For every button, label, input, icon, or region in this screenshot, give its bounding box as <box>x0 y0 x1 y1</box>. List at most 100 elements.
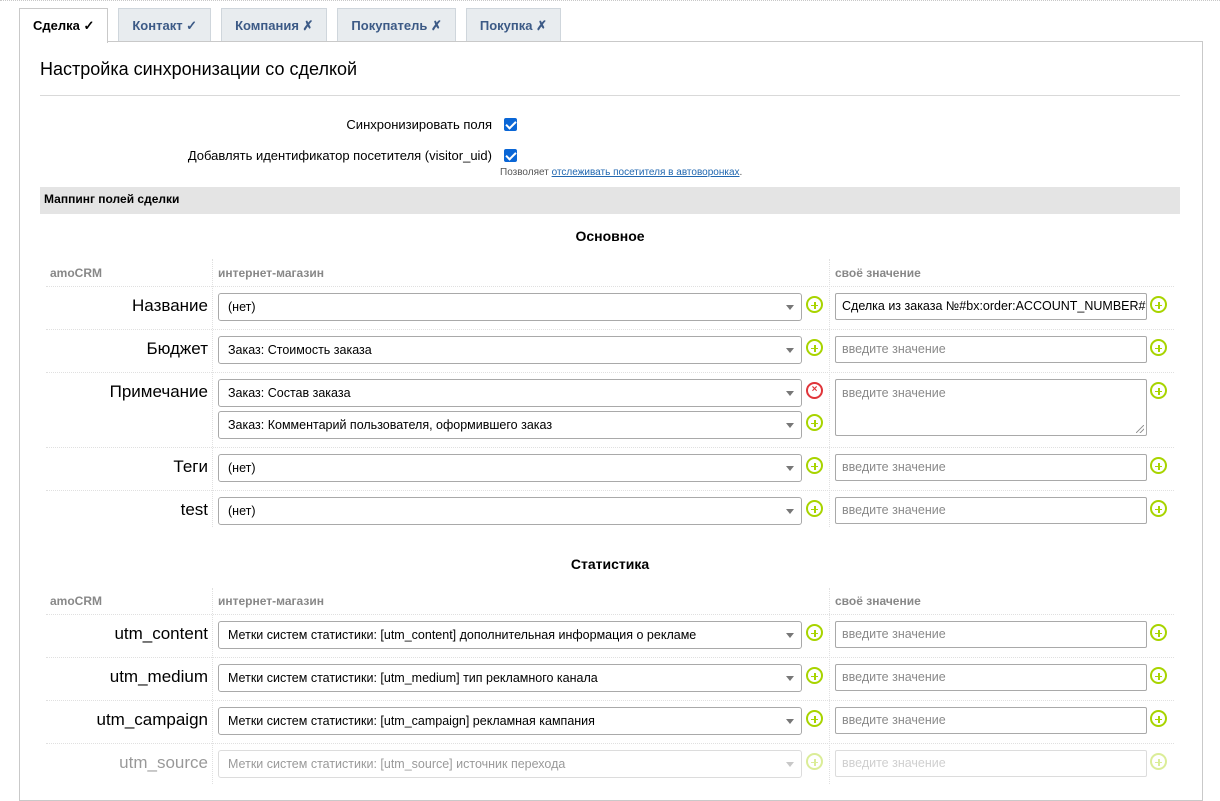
shop-field-select[interactable]: Метки систем статистики: [utm_source] ис… <box>218 750 802 778</box>
add-mapping-icon[interactable] <box>806 753 823 770</box>
visitor-uid-label: Добавлять идентификатор посетителя (visi… <box>187 148 492 163</box>
column-header-own-value: своё значение <box>835 594 921 608</box>
visitor-uid-hint: Позволяет отслеживать посетителя в автов… <box>500 167 742 178</box>
column-header-amocrm: amoCRM <box>50 594 103 608</box>
chevron-down-icon <box>786 423 794 428</box>
add-value-icon[interactable] <box>1150 457 1167 474</box>
add-value-icon[interactable] <box>1150 296 1167 313</box>
field-label-utm-source: utm_source <box>119 753 208 772</box>
top-divider <box>0 0 1220 1</box>
row-divider <box>46 329 1174 330</box>
add-mapping-icon[interactable] <box>806 624 823 641</box>
row-divider <box>46 286 1174 287</box>
shop-field-select[interactable]: (нет) <box>218 454 802 482</box>
select-value: Метки систем статистики: [utm_medium] ти… <box>228 671 598 685</box>
add-mapping-icon[interactable] <box>806 710 823 727</box>
shop-field-select[interactable]: Метки систем статистики: [utm_campaign] … <box>218 707 802 735</box>
add-value-icon[interactable] <box>1150 500 1167 517</box>
tab-customer[interactable]: Покупатель ✗ <box>337 8 456 42</box>
row-divider <box>46 700 1174 701</box>
chevron-down-icon <box>786 305 794 310</box>
title-divider <box>40 95 1180 96</box>
shop-field-select[interactable]: Метки систем статистики: [utm_medium] ти… <box>218 664 802 692</box>
own-value-input[interactable]: введите значение <box>835 454 1147 481</box>
tab-bar: Сделка ✓ Контакт ✓ Компания ✗ Покупатель… <box>19 7 571 43</box>
add-value-icon[interactable] <box>1150 753 1167 770</box>
chevron-down-icon <box>786 633 794 638</box>
add-mapping-icon[interactable] <box>806 414 823 431</box>
chevron-down-icon <box>786 762 794 767</box>
row-divider <box>46 372 1174 373</box>
add-value-icon[interactable] <box>1150 667 1167 684</box>
shop-field-select[interactable]: Заказ: Состав заказа <box>218 379 802 407</box>
column-header-shop: интернет-магазин <box>218 266 324 280</box>
field-label-utm-campaign: utm_campaign <box>96 710 208 729</box>
field-label-utm-content: utm_content <box>114 624 208 643</box>
shop-field-select[interactable]: (нет) <box>218 293 802 321</box>
autofunnel-tracking-link[interactable]: отслеживать посетителя в автоворонках <box>552 167 740 178</box>
own-value-input[interactable]: введите значение <box>835 750 1147 777</box>
field-label-note: Примечание <box>109 382 208 401</box>
row-divider <box>46 657 1174 658</box>
tab-company[interactable]: Компания ✗ <box>221 8 328 42</box>
field-label-budget: Бюджет <box>146 339 208 358</box>
chevron-down-icon <box>786 676 794 681</box>
select-value: (нет) <box>228 461 256 475</box>
group-title-statistics: Статистика <box>570 556 650 572</box>
own-value-input[interactable]: введите значение <box>835 707 1147 734</box>
select-value: Метки систем статистики: [utm_campaign] … <box>228 714 595 728</box>
row-divider <box>46 614 1174 615</box>
tab-deal[interactable]: Сделка ✓ <box>19 8 109 43</box>
mapping-section-header: Маппинг полей сделки <box>40 187 1180 214</box>
own-value-textarea[interactable]: введите значение <box>835 379 1147 436</box>
hint-prefix: Позволяет <box>500 167 552 178</box>
chevron-down-icon <box>786 391 794 396</box>
sync-fields-checkbox[interactable] <box>504 118 517 131</box>
shop-field-select[interactable]: (нет) <box>218 497 802 525</box>
add-value-icon[interactable] <box>1150 382 1167 399</box>
select-value: Метки систем статистики: [utm_content] д… <box>228 628 697 642</box>
chevron-down-icon <box>786 348 794 353</box>
row-divider <box>46 447 1174 448</box>
add-mapping-icon[interactable] <box>806 339 823 356</box>
column-header-shop: интернет-магазин <box>218 594 324 608</box>
column-header-amocrm: amoCRM <box>50 266 103 280</box>
group-title-main: Основное <box>575 228 645 244</box>
tab-contact[interactable]: Контакт ✓ <box>118 8 212 42</box>
hint-suffix: . <box>739 167 743 178</box>
add-value-icon[interactable] <box>1150 710 1167 727</box>
column-divider <box>212 588 213 784</box>
own-value-input[interactable]: введите значение <box>835 621 1147 648</box>
add-mapping-icon[interactable] <box>806 296 823 313</box>
select-value: Заказ: Стоимость заказа <box>228 343 372 357</box>
field-label-tags: Теги <box>173 457 208 476</box>
shop-field-select[interactable]: Заказ: Комментарий пользователя, оформив… <box>218 411 802 439</box>
add-value-icon[interactable] <box>1150 339 1167 356</box>
field-label-name: Название <box>132 296 208 315</box>
add-value-icon[interactable] <box>1150 624 1167 641</box>
textarea-placeholder: введите значение <box>842 386 946 400</box>
column-divider <box>829 259 830 527</box>
add-mapping-icon[interactable] <box>806 500 823 517</box>
tab-purchase[interactable]: Покупка ✗ <box>465 8 562 42</box>
chevron-down-icon <box>786 466 794 471</box>
select-value: (нет) <box>228 300 256 314</box>
add-mapping-icon[interactable] <box>806 667 823 684</box>
shop-field-select[interactable]: Метки систем статистики: [utm_content] д… <box>218 621 802 649</box>
field-label-utm-medium: utm_medium <box>109 667 208 686</box>
own-value-input[interactable]: введите значение <box>835 497 1147 524</box>
row-divider <box>46 490 1174 491</box>
own-value-input[interactable]: Сделка из заказа №#bx:order:ACCOUNT_NUMB… <box>835 293 1147 320</box>
shop-field-select[interactable]: Заказ: Стоимость заказа <box>218 336 802 364</box>
select-value: Заказ: Состав заказа <box>228 386 351 400</box>
field-label-test: test <box>180 500 208 519</box>
own-value-input[interactable]: введите значение <box>835 336 1147 363</box>
column-header-own-value: своё значение <box>835 266 921 280</box>
own-value-input[interactable]: введите значение <box>835 664 1147 691</box>
add-mapping-icon[interactable] <box>806 457 823 474</box>
remove-mapping-icon[interactable]: × <box>806 382 823 399</box>
resize-grip-icon[interactable] <box>1136 425 1144 433</box>
visitor-uid-checkbox[interactable] <box>504 149 517 162</box>
column-divider <box>829 588 830 784</box>
column-divider <box>212 259 213 527</box>
